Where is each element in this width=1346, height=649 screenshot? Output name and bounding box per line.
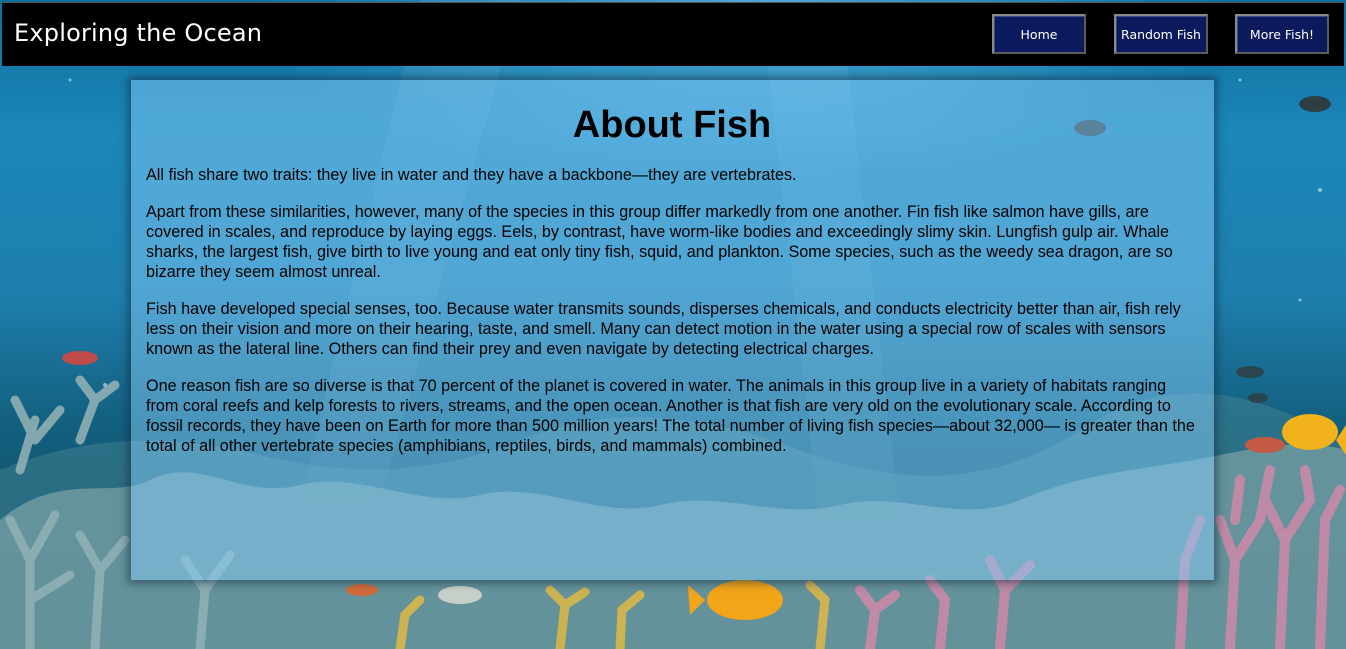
paragraph-senses: Fish have developed special senses, too.… (146, 300, 1181, 358)
page-title: About Fish (572, 104, 772, 146)
top-navigation-bar: Exploring the Ocean Home Random Fish Mor… (2, 2, 1344, 66)
paragraph-diversity: One reason fish are so diverse is that 7… (146, 377, 1195, 455)
paragraph-traits: All fish share two traits: they live in … (146, 166, 797, 184)
about-fish-panel: About Fish All fish share two traits: th… (131, 80, 1214, 580)
site-title[interactable]: Exploring the Ocean (14, 19, 262, 47)
paragraph-differences: Apart from these similarities, however, … (146, 203, 1173, 281)
more-fish-button[interactable]: More Fish! (1235, 14, 1329, 54)
home-button[interactable]: Home (992, 14, 1086, 54)
random-fish-button[interactable]: Random Fish (1114, 14, 1208, 54)
